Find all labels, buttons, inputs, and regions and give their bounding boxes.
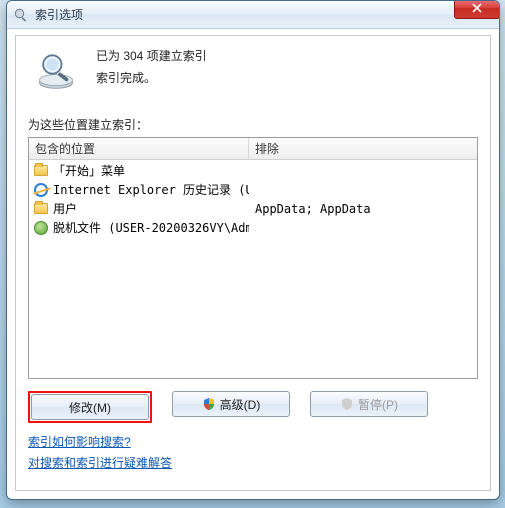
close-button[interactable] bbox=[454, 0, 500, 19]
item-name: 用户 bbox=[53, 200, 77, 217]
ie-icon bbox=[33, 182, 49, 198]
column-included[interactable]: 包含的位置 bbox=[29, 138, 249, 159]
status-state: 索引完成。 bbox=[96, 68, 207, 90]
shield-icon bbox=[202, 397, 216, 411]
button-row: 修改(M) 高级(D) bbox=[28, 391, 478, 423]
dialog-body: 已为 304 项建立索引 索引完成。 为这些位置建立索引： 包含的位置 排除 「… bbox=[15, 35, 491, 491]
item-name: Internet Explorer 历史记录 (USE... bbox=[53, 181, 249, 198]
status-count: 已为 304 项建立索引 bbox=[96, 46, 207, 68]
item-name: 脱机文件 (USER-20200326VY\Admin... bbox=[53, 219, 249, 236]
close-icon bbox=[472, 3, 482, 13]
highlight-annotation: 修改(M) bbox=[28, 391, 152, 423]
column-exclude[interactable]: 排除 bbox=[249, 140, 477, 157]
app-icon bbox=[13, 7, 29, 23]
sync-icon bbox=[33, 220, 49, 236]
magnifier-icon bbox=[34, 48, 78, 92]
advanced-button[interactable]: 高级(D) bbox=[172, 391, 290, 417]
list-item[interactable]: 用户 AppData; AppData bbox=[29, 199, 477, 218]
help-links: 索引如何影响搜索? 对搜索和索引进行疑难解答 bbox=[28, 433, 478, 475]
shield-icon bbox=[340, 397, 354, 411]
list-item[interactable]: 脱机文件 (USER-20200326VY\Admin... bbox=[29, 218, 477, 237]
link-how-affects-search[interactable]: 索引如何影响搜索? bbox=[28, 433, 131, 450]
status-row: 已为 304 项建立索引 索引完成。 bbox=[34, 46, 478, 92]
link-troubleshoot[interactable]: 对搜索和索引进行疑难解答 bbox=[28, 454, 172, 471]
list-item[interactable]: Internet Explorer 历史记录 (USE... bbox=[29, 180, 477, 199]
folder-icon bbox=[33, 163, 49, 179]
folder-icon bbox=[33, 201, 49, 217]
list-item[interactable]: 「开始」菜单 bbox=[29, 161, 477, 180]
section-label: 为这些位置建立索引： bbox=[28, 116, 478, 133]
list-header: 包含的位置 排除 bbox=[29, 138, 477, 160]
locations-list: 包含的位置 排除 「开始」菜单 Internet Explorer 历史记录 (… bbox=[28, 137, 478, 379]
indexing-options-window: 索引选项 已为 304 项建立索引 索引完成。 为这些位 bbox=[6, 0, 500, 500]
item-name: 「开始」菜单 bbox=[53, 162, 125, 179]
modify-button[interactable]: 修改(M) bbox=[31, 394, 149, 420]
pause-button[interactable]: 暂停(P) bbox=[310, 391, 428, 417]
window-title: 索引选项 bbox=[35, 6, 83, 23]
item-exclude: AppData; AppData bbox=[249, 202, 477, 216]
titlebar: 索引选项 bbox=[7, 1, 499, 29]
